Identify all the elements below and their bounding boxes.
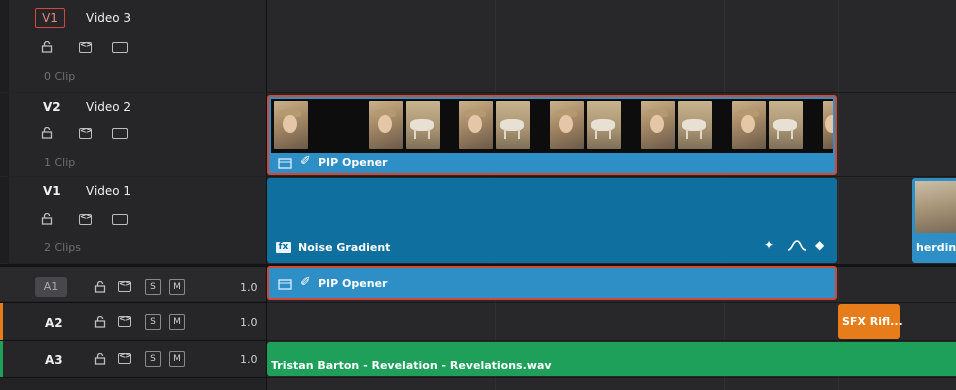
link-icon[interactable] — [79, 40, 92, 53]
link-icon[interactable] — [118, 279, 131, 292]
fx-icon: fx — [276, 242, 291, 253]
solo-button[interactable]: S — [145, 279, 161, 295]
clip-noise-gradient[interactable]: fx Noise Gradient ✦ ◆ — [267, 178, 837, 263]
sparkle-icon[interactable]: ✦ — [764, 238, 774, 252]
lock-icon[interactable] — [94, 353, 106, 365]
lock-icon[interactable] — [41, 127, 53, 139]
clip-label: PIP Opener — [318, 156, 388, 169]
lock-icon[interactable] — [94, 316, 106, 328]
link-icon[interactable] — [79, 212, 92, 225]
clip-count-video-1: 2 Clips — [44, 241, 82, 254]
clip-count-video-3: 0 Clip — [44, 70, 76, 83]
link-icon[interactable] — [118, 351, 131, 364]
timeline-editor: V1 Video 3 0 Clip V2 Video 2 1 Clip V1 V… — [0, 0, 956, 390]
link-icon[interactable] — [118, 314, 131, 327]
track-name-video-2[interactable]: Video 2 — [86, 100, 131, 114]
film-icon[interactable] — [112, 214, 128, 225]
chain-icon: ✐ — [300, 275, 311, 290]
film-icon — [278, 158, 292, 169]
lock-icon[interactable] — [41, 41, 53, 53]
solo-button[interactable]: S — [145, 351, 161, 367]
mute-button[interactable]: M — [169, 314, 185, 330]
track-color-strip — [0, 341, 3, 377]
keyframe-icon[interactable]: ◆ — [815, 238, 824, 252]
track-id-v3[interactable]: V1 — [35, 8, 65, 28]
clip-label: PIP Opener — [318, 277, 388, 290]
track-name-video-3[interactable]: Video 3 — [86, 11, 131, 25]
track-id-v2: V2 — [43, 100, 61, 114]
track-name-video-1[interactable]: Video 1 — [86, 184, 131, 198]
track-color-strip — [0, 303, 3, 340]
clip-music[interactable]: Tristan Barton - Revelation - Revelation… — [267, 342, 956, 376]
track-volume[interactable]: 1.0 — [240, 316, 258, 329]
lock-icon[interactable] — [41, 213, 53, 225]
track-header-audio-3[interactable] — [0, 341, 266, 377]
clip-herding[interactable]: herding — [912, 178, 956, 263]
timeline-area[interactable]: ✐ PIP Opener fx Noise Gradient ✦ ◆ herdi… — [267, 0, 956, 390]
solo-button[interactable]: S — [145, 314, 161, 330]
track-volume[interactable]: 1.0 — [240, 281, 258, 294]
clip-label: Tristan Barton - Revelation - Revelation… — [271, 359, 552, 372]
clip-label: herding — [916, 241, 956, 254]
clip-thumbnail — [915, 181, 956, 233]
clip-label: SFX Rifl... — [842, 315, 903, 328]
chain-icon: ✐ — [300, 154, 311, 169]
clip-sfx[interactable]: SFX Rifl... — [838, 304, 903, 339]
film-icon[interactable] — [112, 42, 128, 53]
lock-icon[interactable] — [94, 281, 106, 293]
link-icon[interactable] — [79, 126, 92, 139]
track-volume[interactable]: 1.0 — [240, 353, 258, 366]
curve-icon[interactable] — [787, 239, 809, 253]
clip-count-video-2: 1 Clip — [44, 156, 76, 169]
clip-thumbnails — [271, 99, 833, 153]
clip-label: Noise Gradient — [298, 241, 391, 254]
track-id-a1[interactable]: A1 — [35, 277, 67, 297]
track-id-a2: A2 — [45, 316, 63, 330]
track-header-audio-2[interactable] — [0, 303, 266, 340]
track-header-pane: V1 Video 3 0 Clip V2 Video 2 1 Clip V1 V… — [0, 0, 267, 390]
film-icon[interactable] — [112, 128, 128, 139]
film-icon — [278, 279, 292, 290]
track-id-a3: A3 — [45, 353, 63, 367]
mute-button[interactable]: M — [169, 279, 185, 295]
clip-pip-opener-audio[interactable]: ✐ PIP Opener — [267, 266, 837, 300]
track-id-v1: V1 — [43, 184, 61, 198]
mute-button[interactable]: M — [169, 351, 185, 367]
clip-pip-opener-video[interactable]: ✐ PIP Opener — [267, 95, 837, 175]
